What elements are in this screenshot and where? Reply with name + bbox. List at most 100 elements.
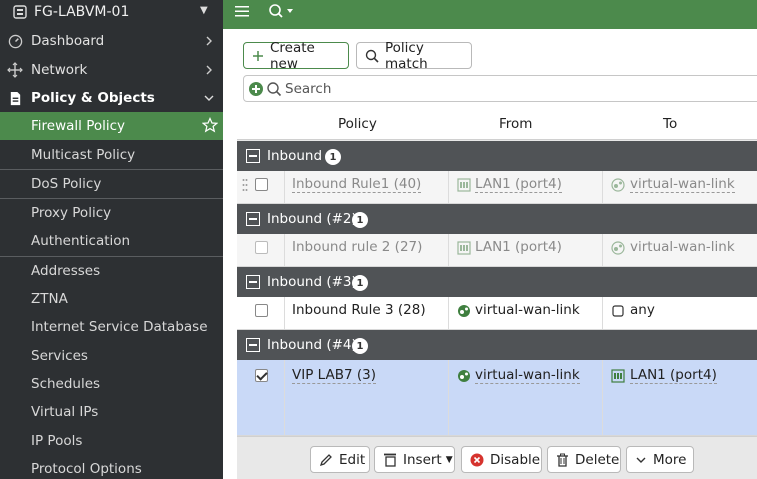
sidebar-item-multicast-policy[interactable]: Multicast Policy bbox=[0, 141, 223, 169]
sidebar-item-proxy-policy[interactable]: Proxy Policy bbox=[0, 199, 223, 227]
create-new-button[interactable]: Create new bbox=[243, 40, 349, 72]
sidebar-item-internet-service-database[interactable]: Internet Service Database bbox=[0, 313, 223, 341]
policy-table: Policy From To Inbound 1 Inbound Rule1 (… bbox=[237, 110, 757, 479]
dashboard-icon bbox=[7, 33, 23, 49]
device-selector[interactable]: FG-LABVM-01 ▼ bbox=[0, 0, 223, 24]
policy-name[interactable]: Inbound Rule1 (40) bbox=[292, 176, 422, 193]
from-cell: LAN1 (port4) bbox=[449, 234, 603, 266]
sdwan-icon bbox=[458, 305, 470, 317]
caret-down-icon: ▼ bbox=[445, 454, 453, 465]
insert-label: Insert bbox=[403, 451, 442, 468]
nav-policy-objects-label: Policy & Objects bbox=[31, 90, 155, 106]
sidebar-item-ip-pools[interactable]: IP Pools bbox=[0, 427, 223, 455]
sidebar-item-addresses[interactable]: Addresses bbox=[0, 257, 223, 285]
nav-network[interactable]: Network bbox=[0, 56, 223, 84]
sidebar-item-ztna[interactable]: ZTNA bbox=[0, 285, 223, 313]
sidebar-item-label: ZTNA bbox=[31, 291, 68, 307]
search-menu-icon[interactable] bbox=[267, 2, 297, 20]
count-badge: 1 bbox=[325, 149, 341, 165]
policy-match-button[interactable]: Policy match bbox=[356, 40, 472, 72]
column-header-from[interactable]: From bbox=[499, 116, 532, 132]
collapse-icon[interactable] bbox=[246, 149, 260, 163]
group-header[interactable]: Inbound 1 bbox=[237, 141, 757, 171]
column-header-policy[interactable]: Policy bbox=[338, 116, 377, 132]
delete-label: Delete bbox=[575, 451, 620, 468]
group-label: Inbound bbox=[267, 148, 323, 164]
column-header-to[interactable]: To bbox=[663, 116, 677, 132]
collapse-icon[interactable] bbox=[246, 212, 260, 226]
sidebar-item-schedules[interactable]: Schedules bbox=[0, 370, 223, 398]
add-filter-icon[interactable] bbox=[249, 82, 263, 96]
row-checkbox[interactable] bbox=[255, 369, 268, 382]
search-icon bbox=[267, 82, 282, 97]
sidebar-item-label: Authentication bbox=[31, 233, 131, 249]
table-row[interactable]: Inbound Rule 3 (28) virtual-wan-link any bbox=[237, 297, 757, 330]
nav-policy-objects[interactable]: Policy & Objects bbox=[0, 84, 223, 112]
policy-name[interactable]: Inbound Rule 3 (28) bbox=[292, 302, 426, 318]
delete-button[interactable]: Delete bbox=[547, 446, 621, 473]
edit-button[interactable]: Edit bbox=[310, 446, 370, 473]
policy-name[interactable]: VIP LAB7 (3) bbox=[292, 367, 376, 384]
device-name: FG-LABVM-01 bbox=[34, 4, 130, 20]
sidebar-item-dos-policy[interactable]: DoS Policy bbox=[0, 170, 223, 198]
sidebar: FG-LABVM-01 ▼ Dashboard Network Policy &… bbox=[0, 0, 223, 479]
select-cell bbox=[237, 171, 285, 203]
from-interface[interactable]: virtual-wan-link bbox=[475, 367, 580, 384]
collapse-icon[interactable] bbox=[246, 275, 260, 289]
sidebar-item-firewall-policy[interactable]: Firewall Policy bbox=[0, 112, 223, 140]
caret-down-icon: ▼ bbox=[200, 5, 208, 16]
star-icon[interactable] bbox=[202, 117, 218, 133]
group-header[interactable]: Inbound (#4) 1 bbox=[237, 330, 757, 360]
to-interface[interactable]: virtual-wan-link bbox=[630, 239, 735, 255]
interface-port-icon bbox=[457, 241, 471, 255]
network-icon bbox=[7, 62, 23, 78]
table-row[interactable]: Inbound Rule1 (40) LAN1 (port4) virtual-… bbox=[237, 171, 757, 204]
from-interface[interactable]: virtual-wan-link bbox=[475, 302, 580, 318]
sidebar-item-protocol-options[interactable]: Protocol Options bbox=[0, 455, 223, 479]
table-row[interactable]: Inbound rule 2 (27) LAN1 (port4) virtual… bbox=[237, 234, 757, 267]
nav-dashboard[interactable]: Dashboard bbox=[0, 27, 223, 55]
sidebar-item-authentication[interactable]: Authentication bbox=[0, 227, 223, 255]
to-interface[interactable]: LAN1 (port4) bbox=[630, 367, 717, 384]
chevron-right-icon bbox=[206, 65, 212, 75]
policy-icon bbox=[7, 90, 23, 106]
to-interface[interactable]: virtual-wan-link bbox=[630, 176, 735, 193]
sidebar-item-label: Addresses bbox=[31, 263, 101, 279]
to-interface[interactable]: any bbox=[630, 302, 655, 318]
trash-icon bbox=[556, 453, 569, 467]
policy-cell: VIP LAB7 (3) bbox=[285, 360, 449, 435]
select-cell bbox=[237, 297, 285, 329]
row-checkbox[interactable] bbox=[255, 241, 268, 254]
row-checkbox[interactable] bbox=[255, 304, 268, 317]
sidebar-item-virtual-ips[interactable]: Virtual IPs bbox=[0, 398, 223, 426]
group-header[interactable]: Inbound (#3) 1 bbox=[237, 267, 757, 297]
sidebar-item-services[interactable]: Services bbox=[0, 342, 223, 370]
more-button[interactable]: More bbox=[626, 446, 694, 473]
sidebar-item-label: Proxy Policy bbox=[31, 205, 112, 221]
from-cell: virtual-wan-link bbox=[449, 297, 603, 329]
policy-name[interactable]: Inbound rule 2 (27) bbox=[292, 239, 422, 255]
from-interface[interactable]: LAN1 (port4) bbox=[475, 239, 562, 255]
search-input[interactable] bbox=[285, 80, 585, 98]
hamburger-menu-icon[interactable] bbox=[233, 2, 251, 20]
select-cell bbox=[237, 360, 285, 435]
chevron-right-icon bbox=[206, 36, 212, 46]
group-header[interactable]: Inbound (#2) 1 bbox=[237, 204, 757, 234]
table-row[interactable]: VIP LAB7 (3) virtual-wan-link LAN1 (port… bbox=[237, 360, 757, 436]
to-cell: virtual-wan-link bbox=[603, 234, 757, 266]
chevron-down-icon bbox=[635, 454, 647, 466]
sidebar-item-label: Schedules bbox=[31, 376, 101, 392]
insert-button[interactable]: Insert ▼ bbox=[374, 446, 455, 473]
sdwan-icon bbox=[458, 370, 470, 382]
disable-button[interactable]: Disable bbox=[461, 446, 542, 473]
from-cell: LAN1 (port4) bbox=[449, 171, 603, 203]
policy-cell: Inbound rule 2 (27) bbox=[285, 234, 449, 266]
more-label: More bbox=[653, 451, 687, 468]
collapse-icon[interactable] bbox=[246, 338, 260, 352]
interface-port-icon bbox=[611, 369, 625, 383]
sdwan-icon bbox=[611, 241, 625, 255]
disable-icon bbox=[470, 453, 484, 467]
drag-handle-icon[interactable] bbox=[242, 178, 248, 192]
row-checkbox[interactable] bbox=[255, 178, 268, 191]
from-interface[interactable]: LAN1 (port4) bbox=[475, 176, 562, 193]
